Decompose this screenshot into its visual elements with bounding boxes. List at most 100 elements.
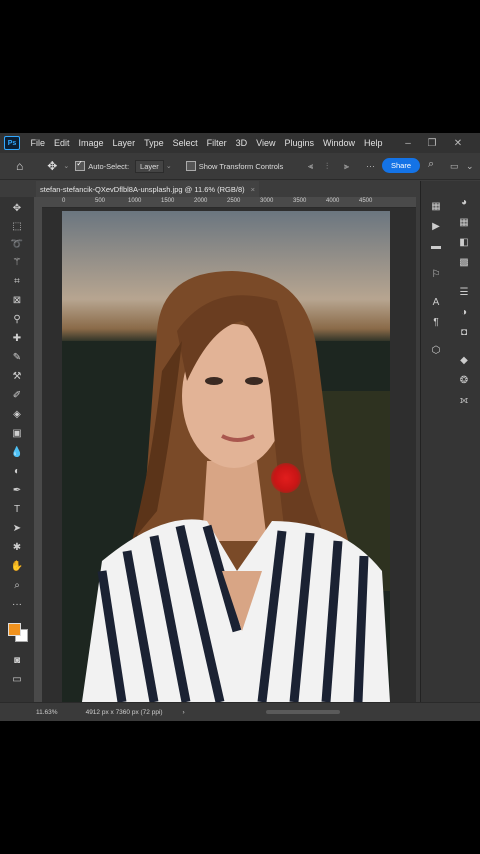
- patterns-icon[interactable]: ▩: [457, 255, 471, 269]
- blur-tool-icon[interactable]: 💧: [9, 445, 25, 459]
- dodge-tool-icon[interactable]: ◐: [9, 464, 25, 478]
- share-button[interactable]: Share: [382, 158, 420, 173]
- right-panel: ▦ ▶ ▬ ⚐ A ¶ ⬡ ◕ ▦ ◧ ▩ ☰ ◑ ◘ ◆ ❂ ⟗: [420, 181, 480, 702]
- align-right-icon[interactable]: ⫸: [344, 161, 349, 172]
- auto-select-label: Auto-Select:: [88, 161, 130, 171]
- menu-image[interactable]: Image: [74, 138, 108, 148]
- shape-tool-icon[interactable]: ✱: [9, 540, 25, 554]
- workspace-icon[interactable]: ▭: [450, 161, 459, 172]
- character-icon[interactable]: ⚐: [429, 267, 443, 281]
- channels-icon[interactable]: ❂: [457, 373, 471, 387]
- ruler-tick: 3500: [293, 198, 307, 204]
- ruler-tick: 0: [62, 198, 66, 204]
- menu-bar: Ps File Edit Image Layer Type Select Fil…: [0, 133, 480, 153]
- healing-brush-icon[interactable]: ✚: [9, 331, 25, 345]
- edit-toolbar-icon[interactable]: ···: [9, 597, 25, 611]
- document-tab[interactable]: stefan-stefancik-QXevDflbl8A-unsplash.jp…: [36, 181, 260, 197]
- quick-mask-icon[interactable]: ◙: [9, 653, 25, 667]
- menu-view[interactable]: View: [252, 138, 280, 148]
- gradient-tool-icon[interactable]: ▣: [9, 426, 25, 440]
- ruler-tick: 4000: [326, 198, 340, 204]
- document-info: 4912 px x 7360 px (72 ppi): [85, 708, 163, 716]
- home-icon[interactable]: ⌂: [16, 159, 23, 173]
- menu-layer[interactable]: Layer: [108, 138, 140, 148]
- brush-tool-icon[interactable]: ✎: [9, 350, 25, 364]
- gradients-icon[interactable]: ◧: [457, 235, 471, 249]
- ruler-tick: 2000: [194, 198, 208, 204]
- eraser-tool-icon[interactable]: ◈: [9, 407, 25, 421]
- restore-icon[interactable]: ❐: [420, 133, 444, 153]
- options-bar: ⌂ ✥ ⌄ Auto-Select: Layer ⌄ Show Transfor…: [0, 153, 480, 180]
- close-document-icon[interactable]: ×: [251, 185, 255, 194]
- horizontal-ruler: 0 500 1000 1500 2000 2500 3000 3500 4000…: [42, 197, 416, 208]
- 3d-cube-icon[interactable]: ⬡: [429, 343, 443, 357]
- menu-filter[interactable]: Filter: [202, 138, 231, 148]
- libraries-icon[interactable]: ◘: [457, 325, 471, 339]
- foreground-color-swatch[interactable]: [8, 623, 21, 636]
- layers-icon[interactable]: ◆: [457, 353, 471, 367]
- paths-icon[interactable]: ⟗: [457, 393, 471, 407]
- show-transform-label: Show Transform Controls: [198, 161, 284, 171]
- magic-wand-icon[interactable]: ⚚: [9, 255, 25, 269]
- ruler-tick: 4500: [359, 198, 373, 204]
- history-icon[interactable]: ▦: [429, 199, 443, 213]
- zoom-tool-icon[interactable]: ⌕: [9, 578, 25, 592]
- search-icon[interactable]: ⌕: [428, 158, 434, 171]
- comments-icon[interactable]: ▬: [429, 239, 443, 253]
- frame-tool-icon[interactable]: ⊠: [9, 293, 25, 307]
- menu-file[interactable]: File: [26, 138, 50, 148]
- close-window-icon[interactable]: ✕: [446, 133, 470, 153]
- dropdown-chevron-icon: ⌄: [165, 163, 172, 170]
- portrait-illustration: [62, 271, 390, 702]
- status-bar: 11.63% 4912 px x 7360 px (72 ppi) ›: [0, 702, 480, 721]
- play-actions-icon[interactable]: ▶: [429, 219, 443, 233]
- tool-preset-chevron-icon[interactable]: ⌄: [63, 162, 69, 170]
- photoshop-logo: Ps: [4, 136, 20, 150]
- swatches-icon[interactable]: ▦: [457, 215, 471, 229]
- canvas-area[interactable]: [42, 208, 456, 702]
- eyedropper-icon[interactable]: ⚲: [9, 312, 25, 326]
- menu-type[interactable]: Type: [140, 138, 169, 148]
- menu-edit[interactable]: Edit: [50, 138, 75, 148]
- clone-stamp-icon[interactable]: ⚒: [9, 369, 25, 383]
- align-left-icon[interactable]: ⫷: [308, 161, 313, 172]
- menu-select[interactable]: Select: [168, 138, 202, 148]
- type-a-icon[interactable]: A: [429, 295, 443, 309]
- show-transform-checkbox[interactable]: [185, 161, 196, 171]
- path-selection-icon[interactable]: ➤: [9, 521, 25, 535]
- crop-tool-icon[interactable]: ⌗: [9, 274, 25, 288]
- marquee-tool-icon[interactable]: ⬚: [9, 219, 25, 233]
- menu-window[interactable]: Window: [319, 138, 360, 148]
- move-tool-icon[interactable]: ✥: [47, 159, 57, 173]
- click-indicator: [271, 463, 301, 493]
- paragraph-icon[interactable]: ¶: [429, 315, 443, 329]
- workspace-chevron-icon[interactable]: ⌄: [466, 161, 474, 172]
- portrait-photo[interactable]: [62, 211, 390, 702]
- more-options-icon[interactable]: ···: [366, 161, 375, 171]
- menu-help[interactable]: Help: [360, 138, 388, 148]
- lasso-tool-icon[interactable]: ➰: [9, 237, 25, 251]
- align-center-icon[interactable]: ⫶: [326, 161, 328, 172]
- minimize-icon[interactable]: –: [396, 133, 420, 153]
- history-brush-icon[interactable]: ✐: [9, 388, 25, 402]
- hand-tool-icon[interactable]: ✋: [9, 559, 25, 573]
- zoom-level[interactable]: 11.63%: [36, 709, 58, 716]
- type-tool-icon[interactable]: T: [9, 502, 25, 516]
- auto-select-checkbox[interactable]: [75, 159, 86, 171]
- ruler-tick: 1000: [128, 198, 142, 204]
- auto-select-dropdown[interactable]: Layer: [135, 159, 164, 173]
- menu-plugins[interactable]: Plugins: [280, 138, 319, 148]
- screen-mode-icon[interactable]: ▭: [9, 672, 25, 686]
- adjustments-icon[interactable]: ☰: [457, 285, 471, 299]
- ruler-tick: 1500: [161, 198, 175, 204]
- menu-3d[interactable]: 3D: [231, 138, 252, 148]
- color-palette-icon[interactable]: ◕: [457, 195, 471, 209]
- photoshop-window: Ps File Edit Image Layer Type Select Fil…: [0, 133, 480, 721]
- ruler-tick: 500: [95, 198, 106, 204]
- properties-icon[interactable]: ◑: [457, 305, 471, 319]
- move-tool-icon[interactable]: ✥: [9, 201, 25, 215]
- document-title: stefan-stefancik-QXevDflbl8A-unsplash.jp…: [40, 184, 245, 194]
- pen-tool-icon[interactable]: ✒: [9, 483, 25, 497]
- horizontal-scrollbar[interactable]: [266, 710, 340, 714]
- status-arrow-icon[interactable]: ›: [183, 709, 185, 716]
